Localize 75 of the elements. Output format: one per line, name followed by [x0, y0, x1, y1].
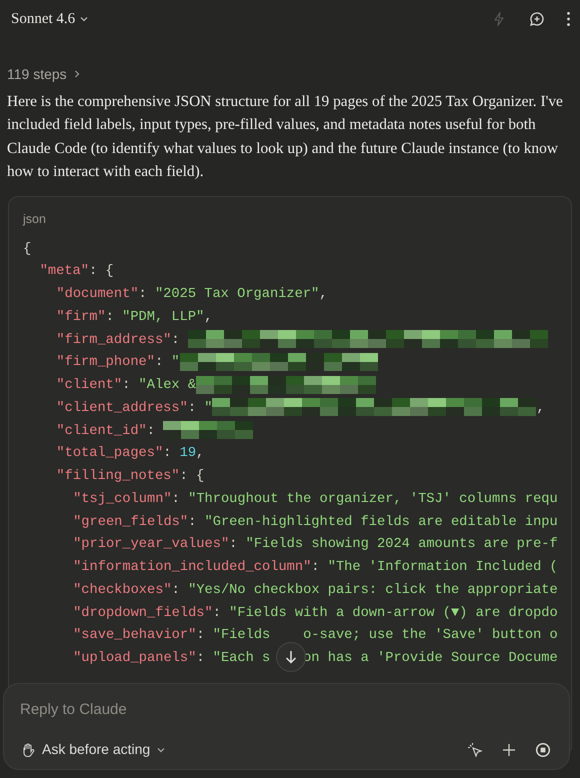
- cursor-click-button[interactable]: [467, 742, 483, 758]
- code-key: "save_behavior": [73, 628, 196, 644]
- code-punctuation: :: [146, 424, 156, 439]
- code-key: "filling_notes": [56, 469, 180, 484]
- code-punctuation: :: [212, 606, 222, 621]
- code-string: "2025 Tax Organizer": [154, 287, 320, 302]
- code-punctuation: :: [106, 310, 115, 325]
- code-punctuation: :: [196, 628, 206, 644]
- steps-toggle[interactable]: 119 steps: [7, 64, 67, 84]
- code-key: "checkboxes": [73, 582, 172, 598]
- kebab-menu-button[interactable]: [567, 12, 570, 26]
- code-key: "information_included_column": [73, 560, 312, 576]
- code-punctuation: :: [138, 287, 148, 302]
- code-key: "meta": [40, 264, 89, 280]
- code-string: "Yes/No checkbox pairs: click the appropriate: [188, 582, 558, 598]
- code-punctuation: :: [188, 514, 198, 530]
- code-string: "Fields showing 2024 amounts are pre-f: [246, 537, 558, 552]
- code-string: "PDM, LLP": [122, 310, 204, 325]
- arrow-down-icon: [284, 649, 298, 665]
- code-key: "client": [56, 378, 122, 394]
- plus-button[interactable]: [501, 742, 517, 758]
- chat-plus-icon: [529, 11, 545, 27]
- language-label: json: [23, 212, 46, 226]
- code-punctuation: : {: [180, 469, 204, 484]
- code-punctuation: :: [196, 651, 206, 666]
- code-string: "Each s: [212, 651, 270, 666]
- code-punctuation: :: [172, 492, 181, 507]
- reply-field[interactable]: Reply to Claude: [20, 699, 553, 722]
- code-string: "Green-highlighted fields are editable inpu: [204, 514, 558, 530]
- stop-button[interactable]: [535, 742, 551, 758]
- code-string: "The 'Information Included (: [328, 560, 558, 576]
- code-punctuation: :: [311, 560, 321, 576]
- code-punctuation: :: [154, 355, 164, 370]
- code-string: ": [204, 400, 212, 416]
- chevron-down-icon[interactable]: [79, 14, 90, 24]
- code-string: "Alex &: [138, 378, 196, 394]
- code-punctuation: : {: [88, 264, 114, 280]
- code-punctuation: :: [229, 537, 238, 552]
- code-punctuation: :: [172, 582, 181, 598]
- code-key: "total_pages": [56, 446, 164, 462]
- code-number: 19: [180, 446, 196, 462]
- message-text: Here is the comprehensive JSON structure for all 19 pages of the 2025 Tax Organizer. I've included field labels, input types, pre-filled values, and metadata notes useful for both Claude Code (to identify what values to look up) and the future Claude instance (to know how to interact with each field).: [7, 92, 564, 182]
- code-punctuation: :: [171, 332, 181, 348]
- code-punctuation: :: [188, 400, 198, 416]
- code-string: "Fields with a down-arrow (▼) are dropdo: [229, 606, 558, 621]
- code-key: "client_address": [56, 400, 188, 416]
- code-key: "green_fields": [73, 514, 188, 530]
- plus-icon: [501, 742, 517, 758]
- mode-selector[interactable]: Ask before acting: [20, 739, 166, 760]
- code-punctuation: ,: [204, 310, 212, 325]
- code-key: "dropdown_fields": [73, 606, 213, 621]
- code-key: "upload_panels": [73, 651, 196, 666]
- code-key: "client_id": [56, 424, 147, 439]
- code-punctuation: ,: [196, 446, 204, 462]
- cursor-click-icon: [467, 742, 483, 758]
- code-punctuation: ,: [536, 400, 545, 416]
- code-key: "firm_phone": [56, 355, 155, 370]
- code-key: "document": [56, 287, 139, 302]
- model-name[interactable]: Sonnet 4.6: [11, 8, 76, 30]
- chevron-right-icon[interactable]: [72, 69, 81, 79]
- code-punctuation: {: [23, 242, 32, 257]
- code-string: "Fields: [212, 628, 270, 644]
- code-key: "tsj_column": [73, 492, 172, 507]
- stop-icon: [535, 742, 551, 758]
- code-string: ": [171, 355, 180, 370]
- code-punctuation: :: [122, 378, 132, 394]
- code-key: "prior_year_values": [73, 537, 230, 552]
- chat-plus-button[interactable]: [529, 11, 545, 27]
- code-key: "firm": [56, 310, 106, 325]
- code-string: "Throughout the organizer, 'TSJ' columns requ: [188, 492, 558, 507]
- code-punctuation: :: [163, 446, 172, 462]
- kebab-menu-icon: [567, 12, 570, 26]
- code-punctuation: ,: [319, 287, 328, 302]
- code-string: o-save; use the 'Save' button o: [303, 628, 558, 644]
- code-key: "firm_address": [56, 332, 172, 348]
